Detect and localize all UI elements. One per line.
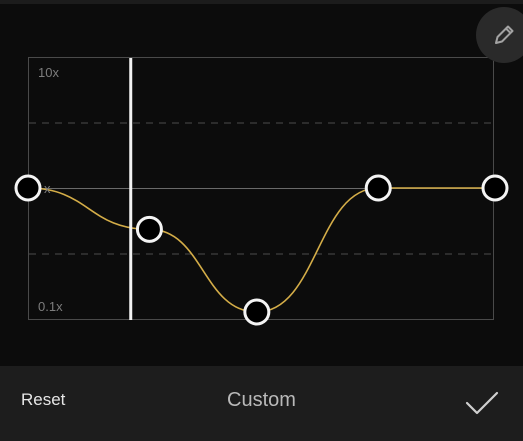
curve-point-4-handle[interactable] [364,174,392,202]
bottom-toolbar: Reset Custom [0,366,523,441]
edit-curve-button[interactable] [476,7,523,63]
speed-curve-line [27,187,495,313]
curve-point-5-handle[interactable] [481,174,509,202]
y-axis-mid-label: x [44,181,51,196]
curve-canvas[interactable] [0,0,523,370]
confirm-button[interactable] [462,386,502,420]
curve-point-1-handle[interactable] [14,174,42,202]
speed-curve-screen: 10x x 0.1x Reset Custom [0,0,523,441]
curve-points [14,174,509,326]
curve-point-3-handle[interactable] [243,298,271,326]
pencil-icon [495,25,514,44]
curve-point-2-handle[interactable] [135,215,163,243]
y-axis-max-label: 10x [38,65,59,80]
checkmark-icon [465,391,499,415]
y-axis-min-label: 0.1x [38,299,63,314]
curve-mode-title: Custom [227,389,296,411]
speed-curve-editor[interactable]: 10x x 0.1x [0,0,523,370]
